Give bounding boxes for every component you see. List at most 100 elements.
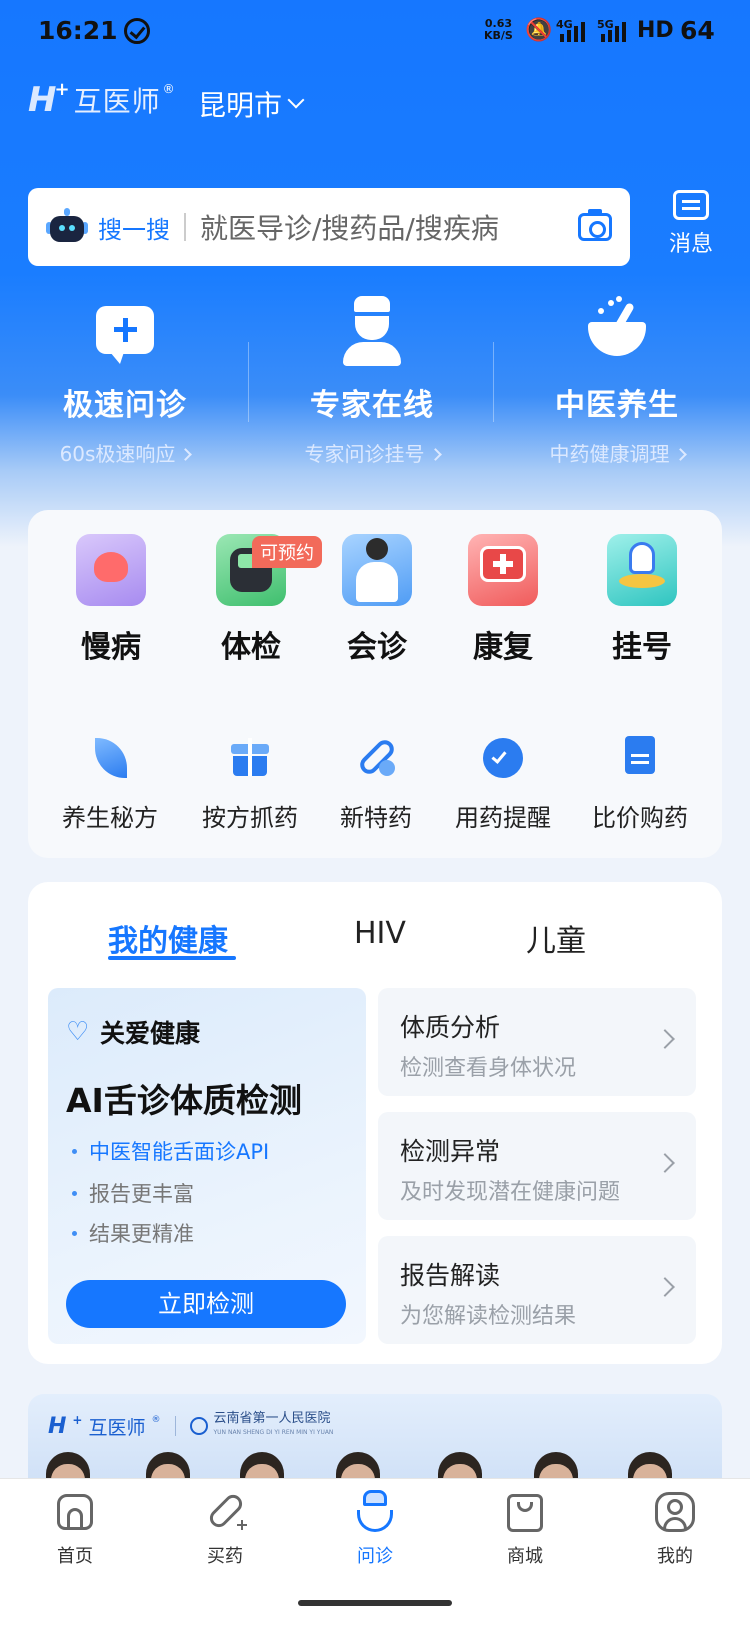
promo-heading-label: 关爱健康 xyxy=(100,1019,201,1048)
grid-item-prescription[interactable]: 按方抓药 xyxy=(190,734,310,833)
search-divider xyxy=(184,213,186,241)
feature-title: 报告解读 xyxy=(400,1261,501,1290)
grid-item-label: 比价购药 xyxy=(592,804,688,832)
nav-home[interactable]: 首页 xyxy=(25,1490,125,1568)
detect-now-button[interactable]: 立即检测 xyxy=(66,1280,346,1328)
chevron-right-icon xyxy=(428,447,442,461)
chevron-right-icon xyxy=(655,1277,675,1297)
banner-logo-plus: + xyxy=(72,1413,83,1427)
chevron-down-icon xyxy=(287,91,305,109)
nav-mall[interactable]: 商城 xyxy=(475,1490,575,1568)
promo-bullet: 中医智能舌面诊API xyxy=(72,1136,269,1166)
banner-logo: H + 互医师 ® 云南省第一人民医院 YUN NAN SHENG DI YI R… xyxy=(48,1412,333,1440)
registration-icon xyxy=(607,534,677,606)
herbal-bowl-icon xyxy=(492,296,742,366)
grid-item-special-drugs[interactable]: 新特药 xyxy=(316,734,436,833)
network-speed: 0.63 KB/S xyxy=(484,18,513,42)
pill-icon xyxy=(353,734,399,780)
quick-service-title: 专家在线 xyxy=(310,388,434,423)
quick-service-title: 中医养生 xyxy=(555,388,679,423)
nav-label: 我的 xyxy=(657,1546,693,1567)
quick-service-expert-online[interactable]: 专家在线 专家问诊挂号 xyxy=(247,296,497,467)
signal-bars-2-icon xyxy=(601,22,626,42)
battery-level: 64 xyxy=(680,16,715,45)
heart-hand-icon xyxy=(76,534,146,606)
status-time: 16:21 xyxy=(38,16,118,45)
banner-logo-name: 互医师 xyxy=(88,1416,146,1439)
nav-consult[interactable]: 问诊 xyxy=(325,1490,425,1568)
doctor-icon xyxy=(247,296,497,366)
promo-bullet: 结果更精准 xyxy=(72,1218,194,1248)
grid-item-label: 体检 xyxy=(221,630,281,665)
feature-title: 体质分析 xyxy=(400,1013,501,1042)
quick-service-fast-consult[interactable]: 极速问诊 60s极速响应 xyxy=(0,296,250,467)
grid-item-med-reminder[interactable]: 用药提醒 xyxy=(443,734,563,833)
nav-profile[interactable]: 我的 xyxy=(625,1490,725,1568)
promo-bullet-text: 结果更精准 xyxy=(89,1222,194,1246)
tab-children[interactable]: 儿童 xyxy=(526,916,586,960)
grid-item-rehab[interactable]: 康复 xyxy=(433,534,573,666)
grid-item-label: 新特药 xyxy=(340,804,412,832)
feature-report-reading[interactable]: 报告解读 为您解读检测结果 xyxy=(378,1236,696,1344)
grid-item-price-compare[interactable]: 比价购药 xyxy=(580,734,700,833)
grid-item-registration[interactable]: 挂号 xyxy=(572,534,712,666)
hospital-emblem-icon xyxy=(189,1417,208,1435)
grid-item-wellness-recipes[interactable]: 养生秘方 xyxy=(50,734,170,833)
shopping-bag-icon xyxy=(503,1490,547,1534)
feature-title: 检测异常 xyxy=(400,1137,501,1166)
doctor-icon xyxy=(353,1490,397,1534)
feature-subtitle: 为您解读检测结果 xyxy=(400,1304,577,1329)
message-button[interactable]: 消息 xyxy=(660,186,722,258)
leaf-icon xyxy=(87,734,133,780)
alarm-clock-icon xyxy=(480,734,526,780)
home-icon xyxy=(53,1490,97,1534)
quick-service-subtitle: 中药健康调理 xyxy=(549,442,670,466)
banner-logo-reg: ® xyxy=(151,1415,161,1425)
pill-icon xyxy=(203,1490,247,1534)
city-label: 昆明市 xyxy=(198,89,283,122)
grid-item-label: 挂号 xyxy=(612,630,672,665)
signal-bars-1-icon xyxy=(560,22,585,42)
search-input[interactable]: 就医导诊/搜药品/搜疾病 xyxy=(200,207,578,247)
promo-title: AI舌诊体质检测 xyxy=(66,1081,302,1120)
gift-box-icon xyxy=(227,734,273,780)
price-tag-icon xyxy=(617,734,663,780)
logo-mark: H xyxy=(28,80,57,120)
grid-item-consultation[interactable]: 会诊 xyxy=(307,534,447,666)
city-selector[interactable]: 昆明市 xyxy=(198,84,305,124)
camera-icon[interactable] xyxy=(578,209,612,241)
grid-item-label: 会诊 xyxy=(347,630,407,665)
logo-reg: ® xyxy=(162,82,175,96)
quick-service-subtitle: 专家问诊挂号 xyxy=(304,442,425,466)
chevron-right-icon xyxy=(655,1029,675,1049)
quick-service-subtitle: 60s极速响应 xyxy=(59,442,176,466)
heart-care-icon: ♡ xyxy=(66,1017,90,1047)
hospital-pinyin: YUN NAN SHENG DI YI REN MIN YI YUAN xyxy=(213,1429,334,1436)
search-bar[interactable]: 搜一搜 就医导诊/搜药品/搜疾病 xyxy=(28,188,630,266)
grid-item-label: 慢病 xyxy=(81,630,141,665)
feature-constitution-analysis[interactable]: 体质分析 检测查看身体状况 xyxy=(378,988,696,1096)
search-label: 搜一搜 xyxy=(98,215,170,244)
robot-icon xyxy=(46,208,88,246)
logo-plus: + xyxy=(54,78,70,100)
doctor-icon xyxy=(342,534,412,606)
check-circle-icon xyxy=(124,18,150,44)
network-speed-unit: KB/S xyxy=(484,29,513,42)
nav-label: 商城 xyxy=(507,1546,543,1567)
grid-item-label: 养生秘方 xyxy=(62,804,158,832)
chevron-right-icon xyxy=(655,1153,675,1173)
home-indicator[interactable] xyxy=(298,1600,452,1606)
profile-icon xyxy=(653,1490,697,1534)
grid-item-label: 按方抓药 xyxy=(202,804,298,832)
nav-buy-medicine[interactable]: 买药 xyxy=(175,1490,275,1568)
logo-name: 互医师 xyxy=(73,85,161,118)
grid-item-label: 用药提醒 xyxy=(455,804,551,832)
grid-item-chronic[interactable]: 慢病 xyxy=(41,534,181,666)
message-label: 消息 xyxy=(668,232,713,257)
message-icon xyxy=(673,190,709,220)
tab-hiv[interactable]: HIV xyxy=(354,916,406,951)
quick-service-tcm[interactable]: 中医养生 中药健康调理 xyxy=(492,296,742,467)
feature-abnormal-detection[interactable]: 检测异常 及时发现潜在健康问题 xyxy=(378,1112,696,1220)
tab-my-health[interactable]: 我的健康 xyxy=(108,916,228,960)
nav-label: 首页 xyxy=(57,1546,93,1567)
